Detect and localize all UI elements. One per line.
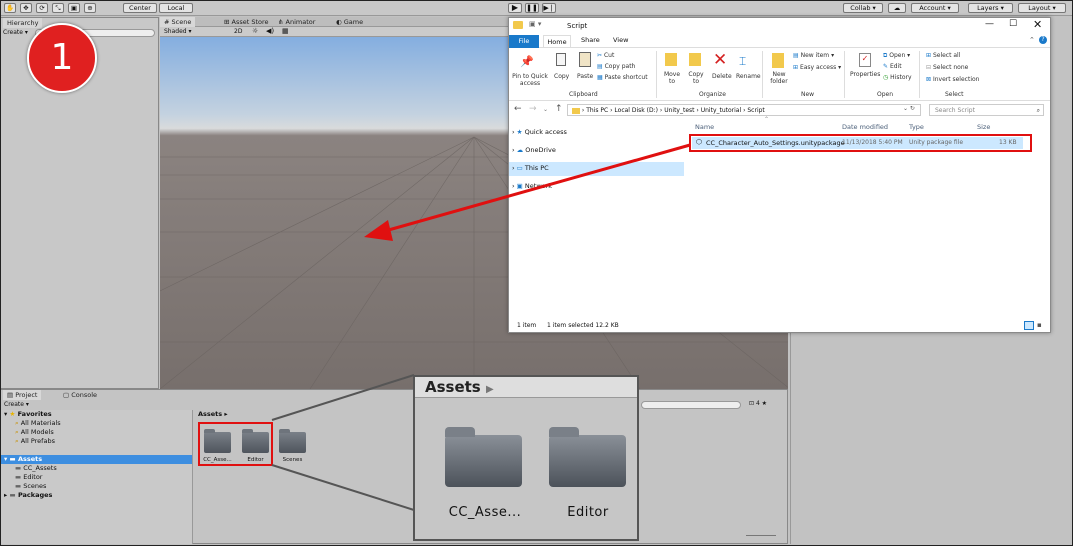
drag-arrow: [364, 143, 691, 241]
